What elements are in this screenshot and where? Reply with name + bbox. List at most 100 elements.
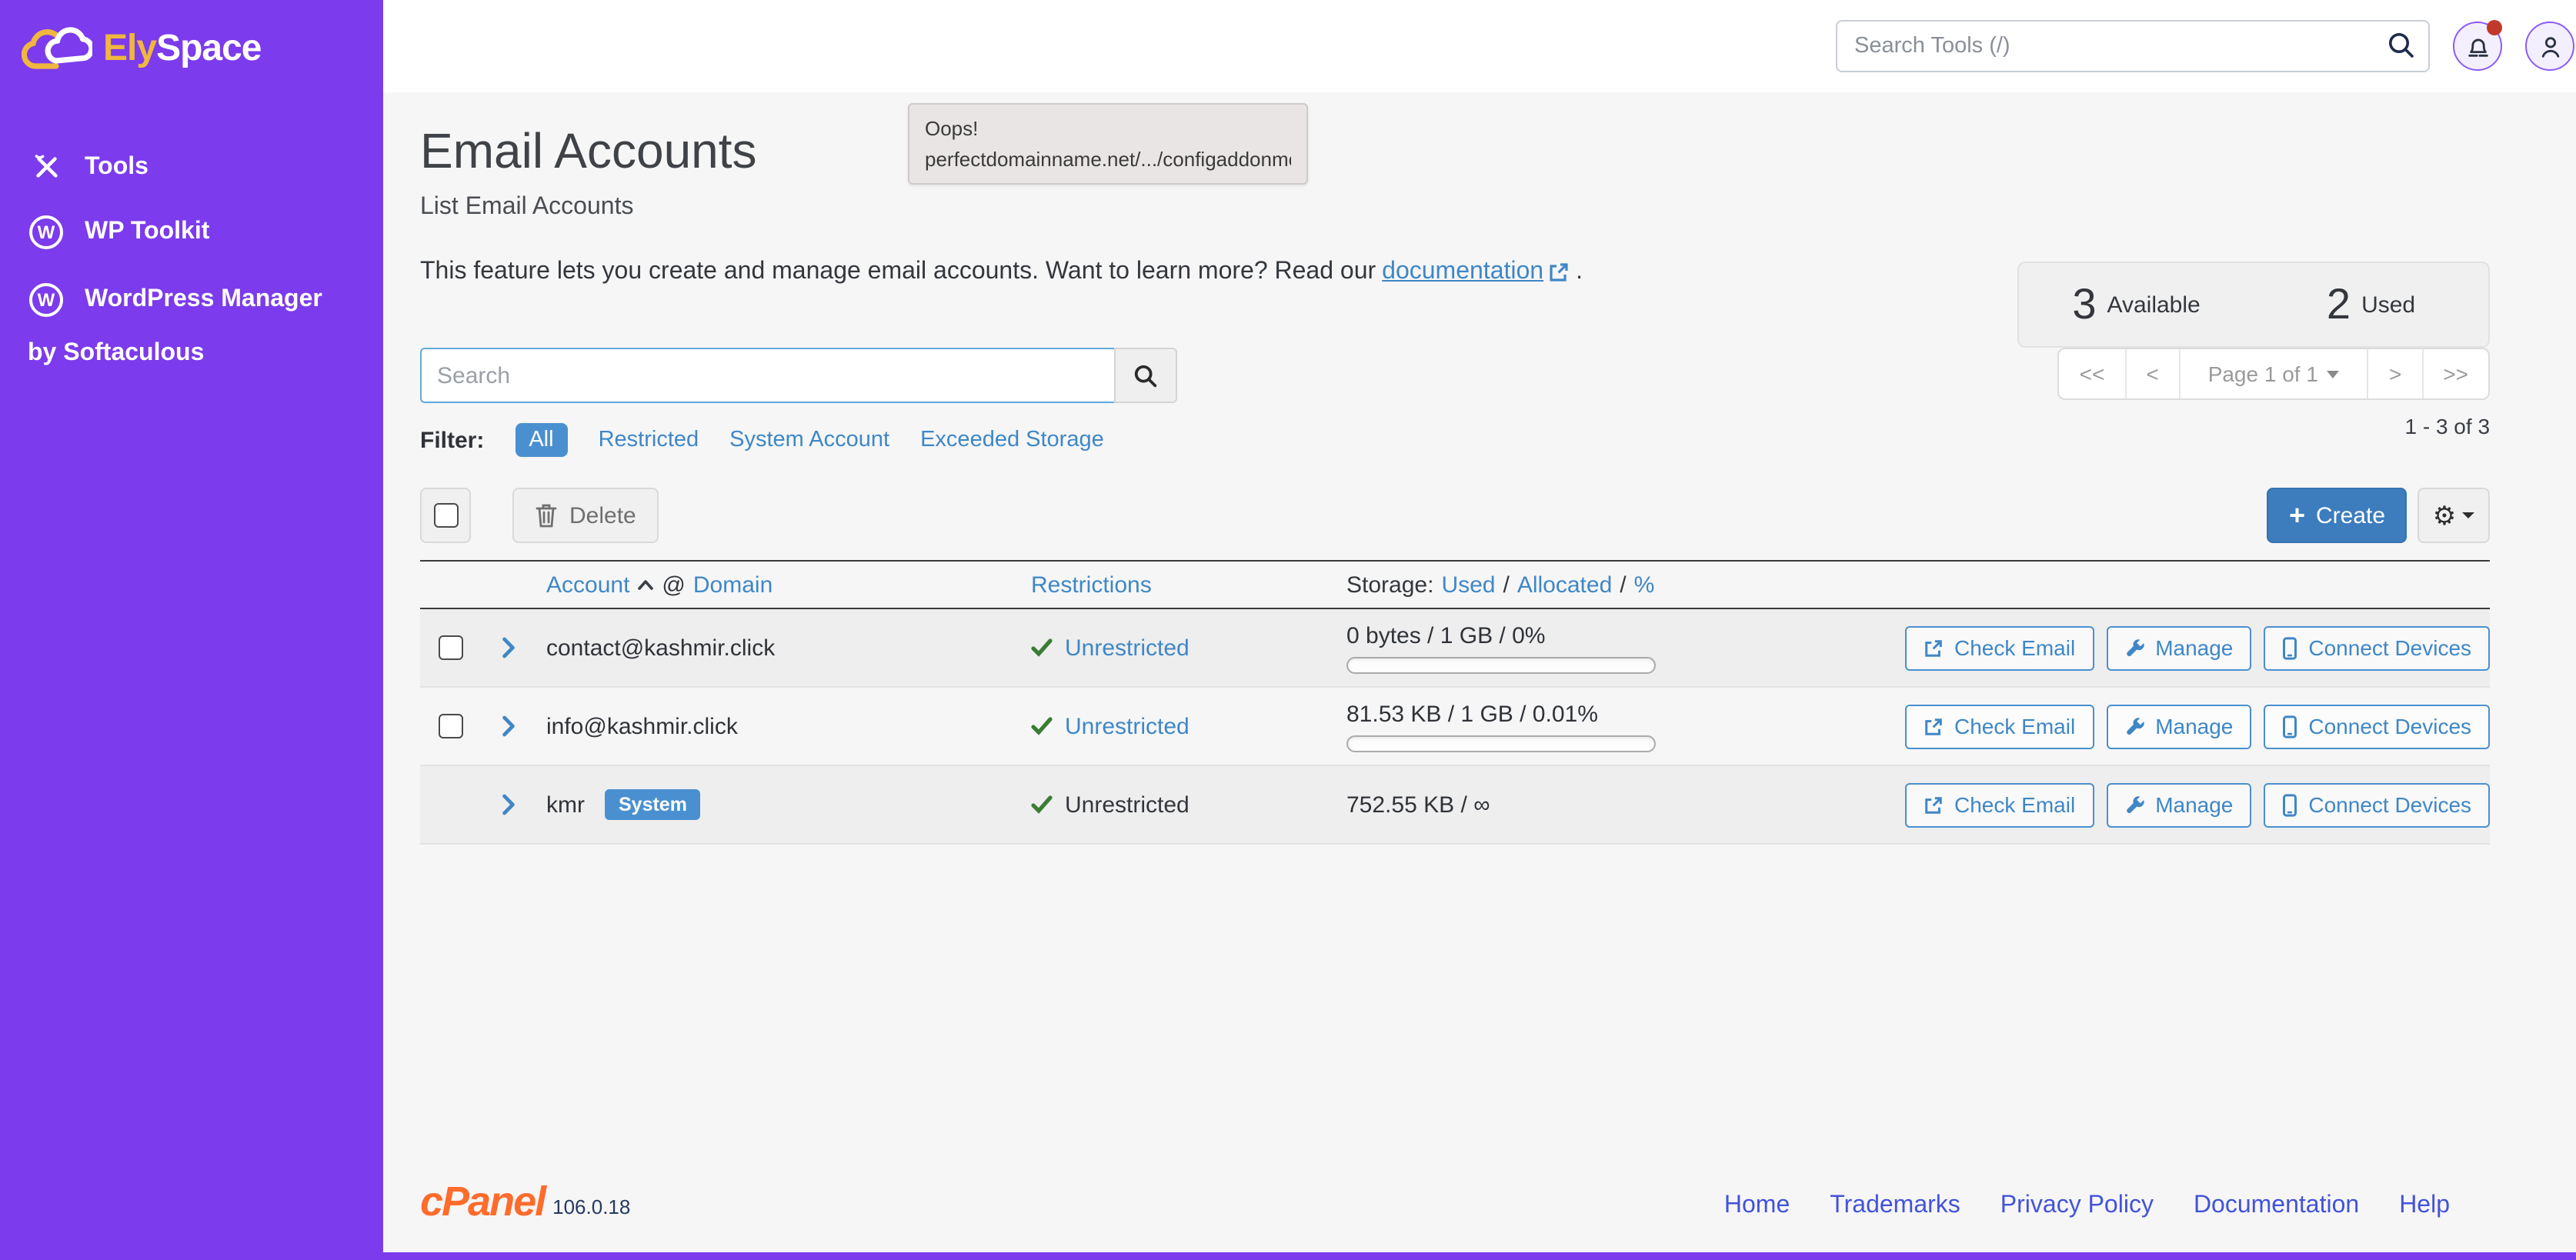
tools-icon <box>28 152 65 182</box>
used-count: 2 <box>2326 280 2351 328</box>
restriction-link[interactable]: Unrestricted <box>1065 635 1190 661</box>
connect-devices-button[interactable]: Connect Devices <box>2264 782 2491 827</box>
filter-system-account[interactable]: System Account <box>729 428 889 452</box>
restriction-link[interactable]: Unrestricted <box>1065 713 1190 739</box>
description-text: This feature lets you create and manage … <box>420 258 1376 285</box>
brand-logo[interactable]: ElySpace <box>0 0 383 89</box>
sort-storage-percent-link[interactable]: % <box>1634 572 1655 598</box>
filter-exceeded-storage[interactable]: Exceeded Storage <box>920 428 1104 452</box>
filter-all[interactable]: All <box>515 423 568 457</box>
status-tooltip: Oops! perfectdomainname.net/.../configad… <box>908 103 1308 185</box>
connect-devices-label: Connect Devices <box>2308 792 2472 817</box>
notifications-button[interactable] <box>2453 20 2503 71</box>
page-subtitle: List Email Accounts <box>420 194 634 220</box>
table-row: kmr System Unrestricted 752.55 KB / ∞ Ch… <box>420 766 2491 845</box>
manage-button[interactable]: Manage <box>2106 704 2252 748</box>
storage-usage-text: 81.53 KB / 1 GB / 0.01% <box>1346 701 1598 727</box>
sidebar-item-sublabel: by Softaculous <box>28 340 205 366</box>
table-search-button[interactable] <box>1114 348 1177 403</box>
storage-usage-text: 752.55 KB / ∞ <box>1346 792 1490 818</box>
check-email-button[interactable]: Check Email <box>1905 782 2094 827</box>
table-search-input[interactable] <box>420 348 1114 403</box>
brand-name: ElySpace <box>103 28 262 71</box>
filter-restricted[interactable]: Restricted <box>599 428 699 452</box>
sidebar-item-wordpress-manager[interactable]: W WordPress Manager by Softaculous <box>0 266 383 385</box>
connect-devices-button[interactable]: Connect Devices <box>2264 625 2491 670</box>
check-email-button[interactable]: Check Email <box>1905 704 2094 748</box>
filter-row: Filter: All Restricted System Account Ex… <box>420 423 1177 457</box>
footer-link-trademarks[interactable]: Trademarks <box>1830 1192 1960 1220</box>
connect-devices-button[interactable]: Connect Devices <box>2264 704 2491 748</box>
table-row: contact@kashmir.click Unrestricted 0 byt… <box>420 609 2491 688</box>
sort-domain-link[interactable]: Domain <box>693 572 772 598</box>
table-search <box>420 348 1177 403</box>
footer-link-documentation[interactable]: Documentation <box>2194 1192 2359 1220</box>
pagination-first[interactable]: << <box>2060 349 2127 398</box>
row-checkbox[interactable] <box>439 635 463 660</box>
global-search-input[interactable] <box>1836 20 2431 72</box>
expand-row-button[interactable] <box>482 715 546 737</box>
manage-label: Manage <box>2155 635 2234 660</box>
pagination-next[interactable]: > <box>2369 349 2424 398</box>
wordpress-icon: W <box>28 283 65 317</box>
at-symbol: @ <box>662 572 686 598</box>
pagination: << < Page 1 of 1 > >> <box>2057 348 2491 400</box>
brand-name-secondary: Space <box>156 28 262 69</box>
manage-button[interactable]: Manage <box>2106 625 2252 670</box>
sort-storage-allocated-link[interactable]: Allocated <box>1517 572 1612 598</box>
pagination-page-select[interactable]: Page 1 of 1 <box>2181 349 2369 398</box>
storage-usage-text: 0 bytes / 1 GB / 0% <box>1346 622 1546 648</box>
table-header: Account @ Domain Restrictions Storage: U… <box>420 560 2491 609</box>
search-icon <box>1134 364 1157 387</box>
expand-row-button[interactable] <box>482 637 546 658</box>
wrench-icon <box>2126 717 2144 735</box>
create-button[interactable]: + Create <box>2267 488 2407 543</box>
table-row: info@kashmir.click Unrestricted 81.53 KB… <box>420 688 2491 766</box>
footer-link-home[interactable]: Home <box>1724 1192 1790 1220</box>
footer-link-help[interactable]: Help <box>2399 1192 2450 1220</box>
toolbar-right: + Create ⚙ <box>2267 488 2491 543</box>
documentation-link[interactable]: documentation <box>1382 258 1570 286</box>
sort-account-link[interactable]: Account <box>546 572 629 598</box>
user-icon <box>2541 36 2559 57</box>
pagination-group: << < Page 1 of 1 > >> 1 - 3 of 3 <box>2057 348 2491 438</box>
account-email: kmr <box>546 792 585 818</box>
check-email-button[interactable]: Check Email <box>1905 625 2094 670</box>
manage-button[interactable]: Manage <box>2106 782 2252 827</box>
available-label: Available <box>2107 292 2201 318</box>
account-email: contact@kashmir.click <box>546 635 776 661</box>
stat-available: 3 Available <box>2019 280 2254 329</box>
sidebar-item-tools[interactable]: Tools <box>0 135 383 198</box>
search-icon[interactable] <box>2387 31 2416 68</box>
pagination-last[interactable]: >> <box>2423 349 2488 398</box>
delete-button[interactable]: Delete <box>512 488 659 543</box>
check-email-label: Check Email <box>1954 792 2076 817</box>
settings-dropdown-button[interactable]: ⚙ <box>2418 488 2491 543</box>
cpanel-logo: cPanel 106.0.18 <box>420 1180 630 1222</box>
chevron-right-icon <box>502 794 515 815</box>
list-controls: Filter: All Restricted System Account Ex… <box>420 348 2491 457</box>
bell-icon <box>2468 38 2488 56</box>
sidebar-item-label: Tools <box>85 153 148 179</box>
sort-storage-used-link[interactable]: Used <box>1441 572 1495 598</box>
notification-badge <box>2487 20 2503 35</box>
select-all-checkbox[interactable] <box>420 488 471 543</box>
row-checkbox[interactable] <box>439 714 463 738</box>
storage-progress-bar <box>1346 656 1656 673</box>
trash-icon <box>536 504 557 528</box>
pagination-prev[interactable]: < <box>2126 349 2181 398</box>
column-account-domain: Account @ Domain <box>546 572 1031 598</box>
global-search <box>1836 20 2431 72</box>
filter-label: Filter: <box>420 427 485 453</box>
user-menu-button[interactable] <box>2525 22 2575 71</box>
sort-restrictions-link[interactable]: Restrictions <box>1031 572 1152 598</box>
cloud-logo-icon <box>22 27 92 69</box>
brand-name-primary: Ely <box>103 28 157 69</box>
mobile-device-icon <box>2283 636 2297 659</box>
check-icon <box>1031 638 1053 657</box>
restriction-text: Unrestricted <box>1065 792 1190 818</box>
used-label: Used <box>2361 292 2416 318</box>
footer-link-privacy-policy[interactable]: Privacy Policy <box>2000 1192 2154 1220</box>
sidebar-item-wp-toolkit[interactable]: W WP Toolkit <box>0 198 383 266</box>
expand-row-button[interactable] <box>482 794 546 815</box>
